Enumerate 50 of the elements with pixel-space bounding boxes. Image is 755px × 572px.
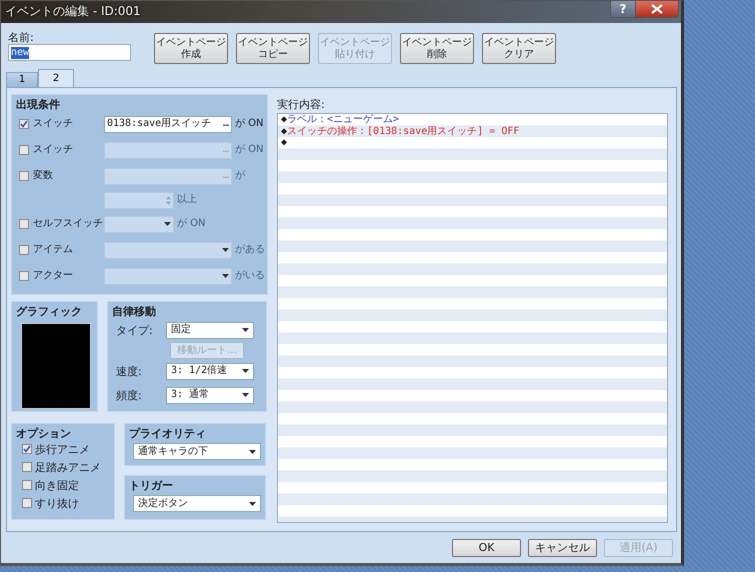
checkbox-label[interactable]: すり抜け — [16, 494, 110, 512]
field-label: 頻度: — [116, 388, 143, 402]
checkbox-label[interactable]: 向き固定 — [16, 476, 110, 494]
suffix-text: 以上 — [177, 194, 197, 206]
group-title: プライオリティ — [129, 427, 207, 440]
checkbox-label[interactable]: アイテム — [19, 244, 73, 256]
checkbox-label[interactable]: セルフスイッチ — [19, 218, 103, 230]
suffix-text: がいる — [235, 270, 265, 282]
tab[interactable]: 2 — [38, 69, 74, 87]
dialog-button[interactable]: OK — [452, 539, 521, 557]
suffix-text: が — [235, 170, 245, 182]
group-title: オプション — [16, 427, 72, 440]
group-title: 出現条件 — [16, 98, 61, 112]
field-label: 実行内容: — [277, 98, 325, 112]
suffix-text: が ON — [235, 144, 264, 156]
group-title: トリガー — [129, 479, 174, 492]
group-title: 自律移動 — [112, 305, 157, 318]
page-button[interactable]: イベントページ作成 — [154, 33, 228, 64]
page-button[interactable]: イベントページコピー — [236, 33, 310, 64]
checkbox-label[interactable]: アクター — [19, 270, 73, 282]
command-line[interactable]: ◆スイッチの操作：[0138:save用スイッチ] = OFF — [278, 126, 667, 138]
group-title: グラフィック — [16, 305, 83, 318]
dropdown[interactable]: 3: 通常 — [166, 386, 254, 404]
suffix-text: がある — [235, 244, 265, 256]
checkbox-label[interactable]: 変数 — [19, 170, 53, 182]
field-label: 速度: — [116, 364, 143, 378]
page-button[interactable]: イベントページクリア — [482, 33, 556, 64]
page-button[interactable]: イベントページ削除 — [400, 33, 474, 64]
field-label: 名前: — [8, 31, 34, 44]
tab[interactable]: 1 — [6, 72, 38, 87]
dialog-button[interactable]: キャンセル — [528, 539, 597, 557]
checkbox-label[interactable]: 足踏みアニメ — [16, 458, 110, 476]
command-line[interactable]: ◆ — [278, 137, 667, 149]
dropdown[interactable]: 固定 — [166, 322, 254, 339]
help-button[interactable]: ? — [610, 1, 636, 18]
ellipsis-button[interactable]: … — [222, 118, 229, 130]
checkbox-label[interactable]: 歩行アニメ — [16, 440, 110, 458]
picker-field[interactable]: 0138:save用スイッチ … — [104, 116, 232, 133]
dropdown[interactable]: 3: 1/2倍速 — [166, 362, 254, 380]
dropdown[interactable]: 通常キャラの下 — [133, 443, 261, 460]
suffix-text: が ON — [235, 118, 264, 130]
checkbox-label[interactable]: スイッチ — [19, 118, 73, 130]
window-title: イベントの編集 - ID:001 — [4, 3, 142, 18]
name-field[interactable]: new — [8, 44, 131, 62]
dropdown[interactable]: 決定ボタン — [133, 495, 261, 512]
command-list[interactable]: ◆ラベル：<ニューゲーム> ◆スイッチの操作：[0138:save用スイッチ] = OFF ◆ — [277, 113, 668, 524]
field-label: タイプ: — [116, 324, 154, 337]
suffix-text: が ON — [177, 218, 206, 230]
command-line[interactable]: ◆ラベル：<ニューゲーム> — [278, 114, 667, 126]
checkbox-label[interactable]: スイッチ — [19, 144, 73, 156]
